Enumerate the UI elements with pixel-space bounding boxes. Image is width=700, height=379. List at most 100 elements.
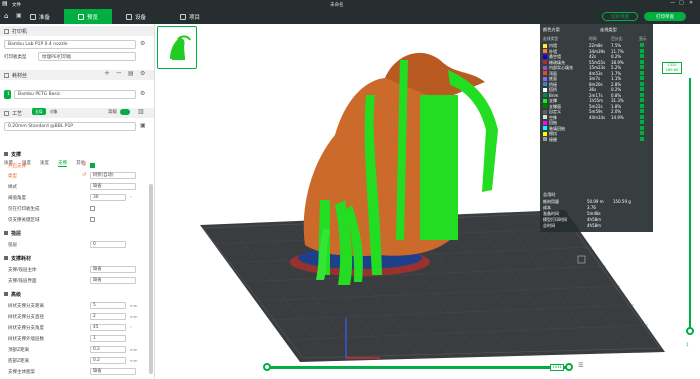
add-filament-icon[interactable]: +	[104, 69, 110, 77]
on-build-plate-only-checkbox[interactable]	[90, 206, 95, 211]
support-base-filament-select[interactable]: 缺省	[90, 266, 136, 273]
support-type-select[interactable]: 树状(自动)	[90, 172, 136, 179]
legend-visibility-checkbox[interactable]	[640, 81, 644, 86]
reset-icon[interactable]: ↺	[82, 172, 86, 178]
bottom-z-distance-input[interactable]: 0.2	[90, 357, 126, 364]
legend-time: 3m7s	[589, 76, 601, 81]
close-icon[interactable]: ✕	[689, 0, 693, 6]
object-toggle[interactable]: 对象	[50, 109, 58, 115]
wall-count-input[interactable]: 1	[90, 335, 126, 342]
legend-visibility-checkbox[interactable]	[640, 65, 644, 69]
global-toggle[interactable]: 全局	[32, 108, 46, 115]
legend-visibility-checkbox[interactable]	[640, 136, 644, 141]
critical-regions-only-checkbox[interactable]	[90, 217, 95, 222]
legend-visibility-checkbox[interactable]	[640, 87, 644, 91]
tab-device[interactable]: 设备	[126, 9, 156, 24]
legend-visibility-checkbox[interactable]	[640, 59, 644, 64]
layer-view-icon[interactable]: ☰	[578, 362, 583, 369]
legend-swatch	[543, 131, 547, 136]
layer-slider-track[interactable]	[689, 78, 691, 330]
estimate-title: 总用时	[543, 192, 556, 197]
advanced-switch[interactable]	[120, 109, 130, 115]
filament-slot-badge[interactable]: 1	[4, 90, 11, 99]
estimate-v1: 4h58m	[587, 223, 602, 228]
advanced-group-header: 高级	[0, 290, 150, 298]
app-logo-icon[interactable]: ▤	[2, 0, 8, 7]
legend-visibility-checkbox[interactable]	[640, 131, 644, 135]
legend-time: 36s	[589, 87, 597, 92]
support-interface-filament-select[interactable]: 缺省	[90, 277, 136, 284]
top-layer-readout[interactable]: 1320 189.60	[662, 62, 682, 74]
branch-distance-input[interactable]: 5	[90, 302, 126, 309]
legend-time: 44m14s	[589, 114, 606, 120]
filament-settings-icon[interactable]: ⚙	[140, 70, 145, 77]
legend-row: 稀疏填充 55m55s 18.9%	[543, 59, 651, 65]
legend-swatch	[543, 87, 547, 92]
tab-preview[interactable]: 预览	[64, 9, 112, 24]
plate-type-select[interactable]: 纹理PEI打印板	[38, 52, 136, 61]
enable-support-checkbox[interactable]	[90, 163, 95, 168]
plate-thumbnail[interactable]	[157, 26, 197, 69]
tab-project[interactable]: 项目	[180, 9, 210, 24]
settings-panel: 打印机 Bambu Lab P1P 0.4 nozzle ⚙ 打印板类型 纹理P…	[0, 24, 155, 379]
legend-visibility-checkbox[interactable]	[640, 98, 644, 102]
filament-select[interactable]: Bambu PETG Basic	[14, 90, 136, 99]
legend-visibility-checkbox[interactable]	[640, 43, 644, 47]
legend-visibility-checkbox[interactable]	[640, 114, 644, 119]
reset-icon[interactable]: ↺	[82, 162, 86, 168]
minimize-icon[interactable]: —	[670, 0, 675, 6]
branch-diameter-input[interactable]: 2	[90, 313, 126, 320]
legend-pct: 0.2%	[611, 54, 622, 59]
home-icon[interactable]: ⌂	[4, 12, 8, 20]
legend-row: 擦拭	[543, 131, 651, 136]
move-slider-start-handle[interactable]	[263, 363, 271, 371]
legend-visibility-checkbox[interactable]	[640, 70, 644, 75]
top-z-distance-input[interactable]: 0.2	[90, 346, 126, 353]
filament-edit-icon[interactable]: ⚙	[140, 90, 145, 97]
legend-visibility-checkbox[interactable]	[640, 125, 644, 130]
legend-visibility-checkbox[interactable]	[640, 103, 644, 108]
legend-row: 自定义 5m59s 2.0%	[543, 109, 651, 114]
project-icon	[180, 13, 186, 20]
filament-sync-icon[interactable]: ▤	[128, 70, 134, 77]
layer-slider-bottom-handle[interactable]	[686, 327, 694, 335]
on-build-plate-only-row: 仅在打印板生成	[8, 205, 148, 213]
legend-name: Brim	[549, 92, 559, 98]
legend-time: 42s	[589, 54, 597, 59]
estimate-row: 总时间 4h58m	[543, 223, 651, 228]
threshold-angle-input[interactable]: 30	[90, 194, 126, 201]
estimate-v1: 5m48s	[587, 211, 601, 216]
print-plate-button[interactable]: 打印单盘	[644, 12, 686, 21]
support-style-select[interactable]: 缺省	[90, 183, 136, 190]
legend-visibility-checkbox[interactable]	[640, 109, 644, 113]
support-pattern-select[interactable]: 缺省	[90, 368, 136, 375]
legend-row: 回抽	[543, 120, 651, 125]
legend-header: 走线类型 时间 百分比 显示	[543, 36, 647, 41]
legend-visibility-checkbox[interactable]	[640, 92, 644, 97]
remove-filament-icon[interactable]: −	[116, 69, 122, 77]
printer-settings-icon[interactable]: ⚙	[140, 40, 145, 47]
move-slider-end-handle[interactable]	[565, 363, 573, 371]
save-icon[interactable]: ▣	[16, 12, 22, 19]
move-slider-track[interactable]	[268, 366, 568, 369]
estimate-row: 模型打印时间 4h58m	[543, 217, 651, 222]
maximize-icon[interactable]: □	[679, 0, 684, 6]
tab-prepare[interactable]: 准备	[30, 9, 60, 24]
printer-select[interactable]: Bambu Lab P1P 0.4 nozzle	[4, 40, 136, 49]
color-scheme-select[interactable]: 走线类型	[600, 27, 617, 33]
process-save-icon[interactable]: ▣	[140, 122, 146, 129]
raft-layers-input[interactable]: 0	[90, 241, 126, 248]
legend-swatch	[543, 93, 547, 97]
settings-scrollbar[interactable]	[149, 184, 153, 374]
legend-visibility-checkbox[interactable]	[640, 120, 644, 124]
legend-visibility-checkbox[interactable]	[640, 76, 644, 80]
branch-angle-input[interactable]: 45	[90, 324, 126, 331]
slice-plate-button[interactable]: 切片单盘	[602, 12, 638, 21]
process-compare-icon[interactable]: ▥	[138, 108, 144, 115]
legend-time: 5m22s	[589, 103, 603, 109]
legend-visibility-checkbox[interactable]	[640, 54, 644, 58]
legend-visibility-checkbox[interactable]	[640, 48, 644, 53]
file-menu[interactable]: 文件	[12, 2, 21, 8]
process-profile-select[interactable]: 0.20mm Standard @BBL P1P	[4, 122, 136, 131]
support-filament-group-header: 支撑耗材	[0, 254, 150, 262]
